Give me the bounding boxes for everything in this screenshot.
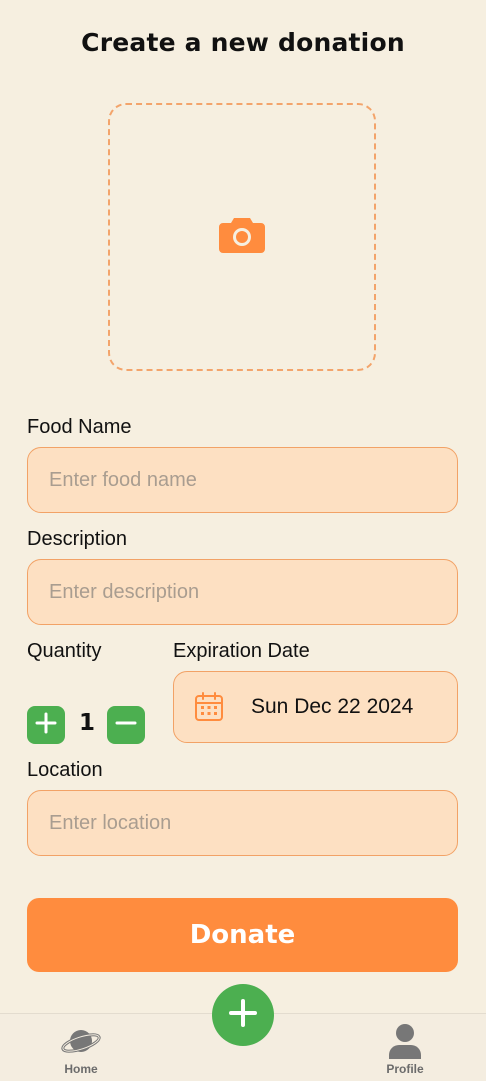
food-name-input[interactable] [27, 447, 458, 513]
location-label: Location [27, 759, 103, 781]
location-input[interactable] [27, 790, 458, 856]
quantity-label: Quantity [27, 640, 102, 662]
nav-item-home[interactable]: Home [41, 1014, 121, 1081]
calendar-icon [194, 692, 224, 727]
planet-icon [61, 1024, 101, 1063]
expiration-date-picker[interactable]: Sun Dec 22 2024 [173, 671, 458, 743]
user-icon [388, 1023, 422, 1064]
add-donation-fab[interactable] [212, 984, 274, 1046]
page-title: Create a new donation [81, 28, 405, 57]
plus-icon [35, 712, 57, 739]
nav-item-profile[interactable]: Profile [365, 1014, 445, 1081]
food-name-label: Food Name [27, 416, 132, 438]
minus-icon [115, 712, 137, 739]
expiration-date-label: Expiration Date [173, 640, 310, 662]
plus-icon [228, 998, 258, 1033]
camera-icon [218, 216, 266, 259]
quantity-decrement-button[interactable] [107, 706, 145, 744]
donate-button[interactable]: Donate [27, 898, 458, 972]
quantity-increment-button[interactable] [27, 706, 65, 744]
description-label: Description [27, 528, 128, 550]
nav-label-profile: Profile [386, 1062, 424, 1076]
photo-upload-area[interactable] [108, 103, 376, 371]
nav-label-home: Home [64, 1062, 98, 1076]
description-input[interactable] [27, 559, 458, 625]
quantity-value: 1 [78, 710, 95, 736]
expiration-date-value: Sun Dec 22 2024 [251, 695, 414, 718]
